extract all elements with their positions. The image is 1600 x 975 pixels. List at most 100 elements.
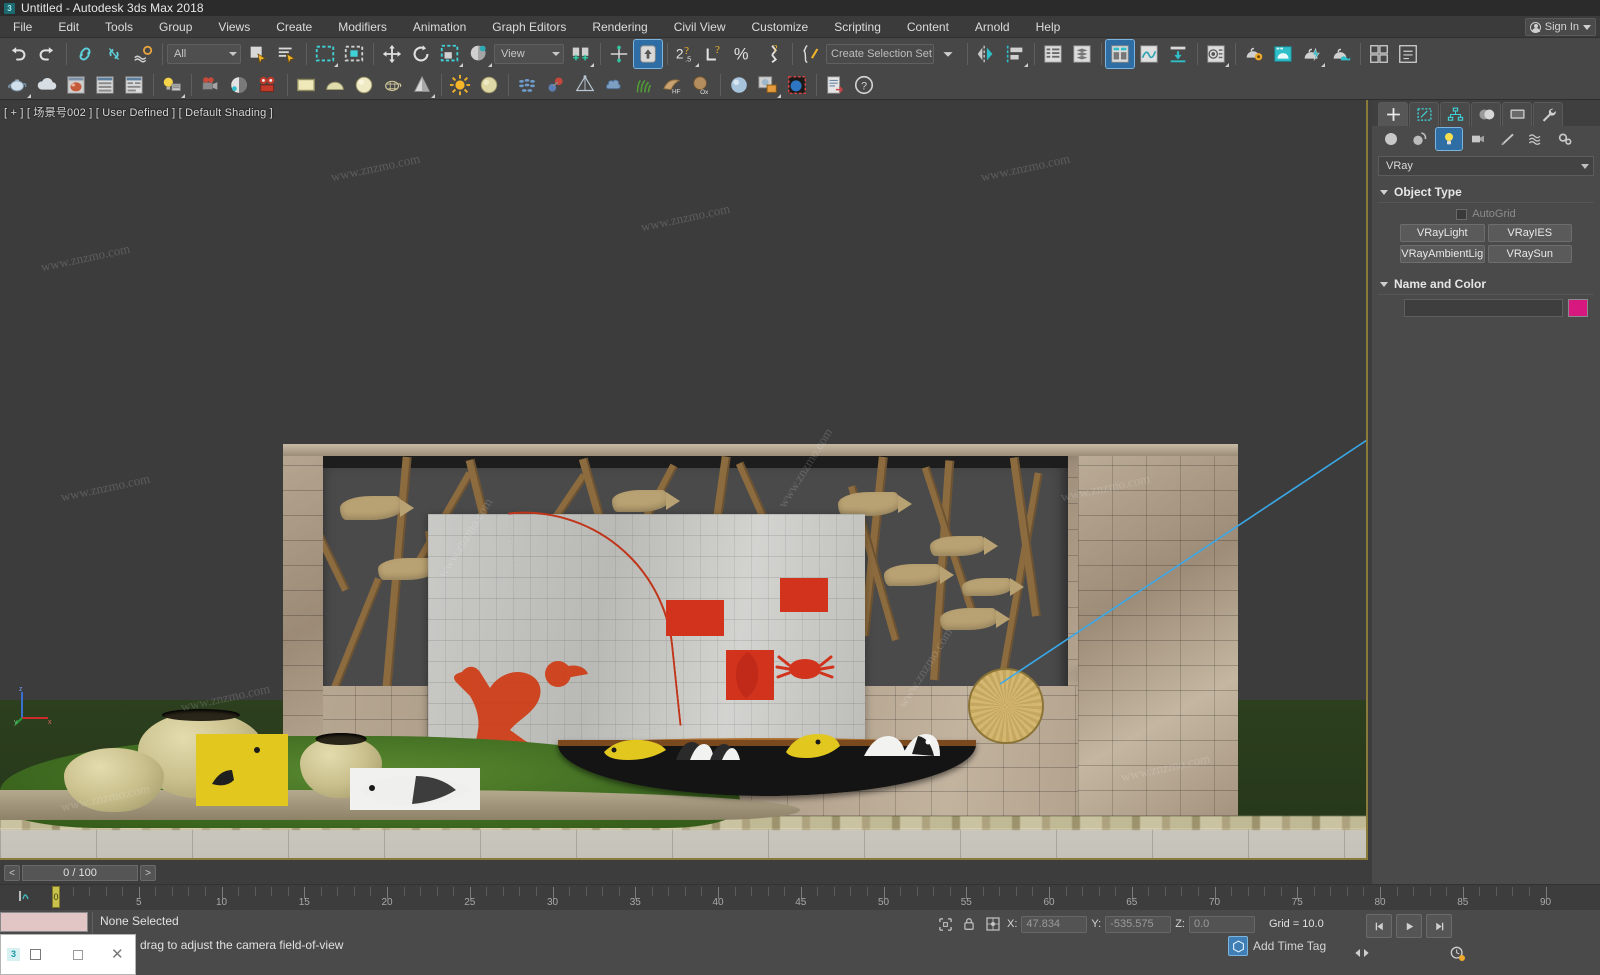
- menu-tools[interactable]: Tools: [92, 16, 146, 38]
- reference-coordinate-system-combo[interactable]: View: [494, 43, 564, 64]
- menu-help[interactable]: Help: [1023, 16, 1074, 38]
- select-and-move-icon[interactable]: [378, 40, 406, 68]
- go-to-end-button[interactable]: [1426, 914, 1452, 938]
- object-color-swatch[interactable]: [1568, 299, 1588, 317]
- autogrid-checkbox[interactable]: [1456, 208, 1468, 220]
- sphere-gold-icon[interactable]: [475, 71, 503, 99]
- material-editor-icon[interactable]: [1202, 40, 1230, 68]
- key-mode-clock-icon[interactable]: [1448, 944, 1468, 964]
- menu-modifiers[interactable]: Modifiers: [325, 16, 400, 38]
- shapes-category[interactable]: [1407, 128, 1433, 150]
- rectangular-selection-region-icon[interactable]: [311, 40, 339, 68]
- cloud-blob-icon[interactable]: [600, 71, 628, 99]
- subcategory-dropdown[interactable]: VRay: [1378, 156, 1594, 176]
- wire-teapot-icon[interactable]: [379, 71, 407, 99]
- sphere-blue-icon[interactable]: [725, 71, 753, 99]
- create-tab[interactable]: [1378, 102, 1408, 126]
- edit-named-selection-sets-icon[interactable]: ?: [759, 40, 787, 68]
- render-production-icon[interactable]: [1298, 40, 1326, 68]
- time-playhead[interactable]: 0: [52, 886, 60, 908]
- x-coordinate-input[interactable]: 47.834: [1021, 915, 1088, 933]
- menu-create[interactable]: Create: [263, 16, 325, 38]
- redo-icon[interactable]: [33, 40, 61, 68]
- vraysun-button[interactable]: VRaySun: [1487, 245, 1572, 263]
- sun-icon[interactable]: [446, 71, 474, 99]
- prev-frame-button[interactable]: <: [4, 865, 20, 881]
- cameras-category[interactable]: [1465, 128, 1491, 150]
- render-region-icon[interactable]: [783, 71, 811, 99]
- lightbulb-icon[interactable]: [158, 71, 186, 99]
- name-and-color-header[interactable]: Name and Color: [1378, 274, 1594, 295]
- vraylight-button[interactable]: VRayLight: [1400, 224, 1485, 242]
- menu-arnold[interactable]: Arnold: [962, 16, 1023, 38]
- taskbar-popup-window[interactable]: 3 ✕: [0, 934, 136, 975]
- viewport[interactable]: [ + ] [ 场景号002 ] [ User Defined ] [ Defa…: [0, 100, 1368, 860]
- utilities-tab[interactable]: [1533, 102, 1563, 126]
- ox-icon[interactable]: Ox: [687, 71, 715, 99]
- selection-lock-region-icon[interactable]: [935, 914, 955, 934]
- next-frame-button[interactable]: >: [140, 865, 156, 881]
- menu-graph-editors[interactable]: Graph Editors: [479, 16, 579, 38]
- sign-in-button[interactable]: Sign In: [1524, 18, 1596, 36]
- select-and-link-icon[interactable]: [71, 40, 99, 68]
- sphere-shade-icon[interactable]: [225, 71, 253, 99]
- scene-explorer-icon[interactable]: [1068, 40, 1096, 68]
- percent-snap-toggle-icon[interactable]: ?: [701, 40, 729, 68]
- plane-icon[interactable]: [292, 71, 320, 99]
- absolute-relative-mode-icon[interactable]: [983, 914, 1003, 934]
- snaps-toggle-icon[interactable]: [633, 38, 663, 69]
- selection-lock-toggle-icon[interactable]: [959, 914, 979, 934]
- spinner-snap-toggle-icon[interactable]: %: [730, 40, 758, 68]
- toggle-ribbon-icon[interactable]: [1105, 38, 1135, 69]
- open-asset-tracking-icon[interactable]: [1365, 40, 1393, 68]
- z-coordinate-input[interactable]: 0.0: [1188, 915, 1255, 933]
- systems-category[interactable]: [1552, 128, 1578, 150]
- lights-category[interactable]: [1435, 127, 1463, 151]
- use-pivot-point-center-icon[interactable]: [567, 40, 595, 68]
- mini-listener-field[interactable]: [0, 912, 88, 932]
- cone-icon[interactable]: [408, 71, 436, 99]
- hair-and-fur-icon[interactable]: HF: [658, 71, 686, 99]
- menu-rendering[interactable]: Rendering: [579, 16, 660, 38]
- schematic-view-icon[interactable]: [1164, 40, 1192, 68]
- vrayies-button[interactable]: VRayIES: [1487, 224, 1572, 242]
- select-and-scale-icon[interactable]: [436, 40, 464, 68]
- named-selection-set-brace-icon[interactable]: [797, 40, 825, 68]
- maximize-window-icon[interactable]: [73, 949, 83, 960]
- select-and-manipulate-icon[interactable]: [605, 40, 633, 68]
- undo-icon[interactable]: [4, 40, 32, 68]
- modify-tab[interactable]: [1409, 102, 1439, 126]
- create-selection-set-input[interactable]: Create Selection Set: [826, 43, 934, 64]
- render-frame-icon[interactable]: [62, 71, 90, 99]
- chevron-down-icon[interactable]: [934, 40, 962, 68]
- rendered-frame-window-icon[interactable]: [1269, 40, 1297, 68]
- selection-filter-combo[interactable]: All: [167, 43, 241, 64]
- space-warps-category[interactable]: [1523, 128, 1549, 150]
- select-by-name-icon[interactable]: [273, 40, 301, 68]
- autogrid-row[interactable]: AutoGrid: [1380, 208, 1592, 220]
- settings-panel-icon[interactable]: [120, 71, 148, 99]
- hierarchy-tab[interactable]: [1440, 102, 1470, 126]
- mirror-icon[interactable]: [972, 40, 1000, 68]
- notes-icon[interactable]: [821, 71, 849, 99]
- list-panel-icon[interactable]: [91, 71, 119, 99]
- motion-tab[interactable]: [1471, 102, 1501, 126]
- help-icon[interactable]: ?: [850, 71, 878, 99]
- align-icon[interactable]: [1001, 40, 1029, 68]
- angle-snap-toggle-icon[interactable]: 2? .5: [672, 40, 700, 68]
- dome-icon[interactable]: [321, 71, 349, 99]
- render-preview-icon[interactable]: [754, 71, 782, 99]
- menu-file[interactable]: File: [0, 16, 45, 38]
- sphere-icon[interactable]: [350, 71, 378, 99]
- prev-key-next-key-icon[interactable]: [1353, 946, 1371, 960]
- teapot-icon[interactable]: [4, 71, 32, 99]
- render-iterative-icon[interactable]: [1327, 40, 1355, 68]
- bind-to-space-warp-icon[interactable]: [129, 40, 157, 68]
- layer-explorer-icon[interactable]: [1039, 40, 1067, 68]
- window-crossing-icon[interactable]: [340, 40, 368, 68]
- menu-group[interactable]: Group: [146, 16, 205, 38]
- pyramid-wire-icon[interactable]: [571, 71, 599, 99]
- camera-icon[interactable]: [196, 71, 224, 99]
- menu-civil-view[interactable]: Civil View: [661, 16, 739, 38]
- object-type-header[interactable]: Object Type: [1378, 182, 1594, 203]
